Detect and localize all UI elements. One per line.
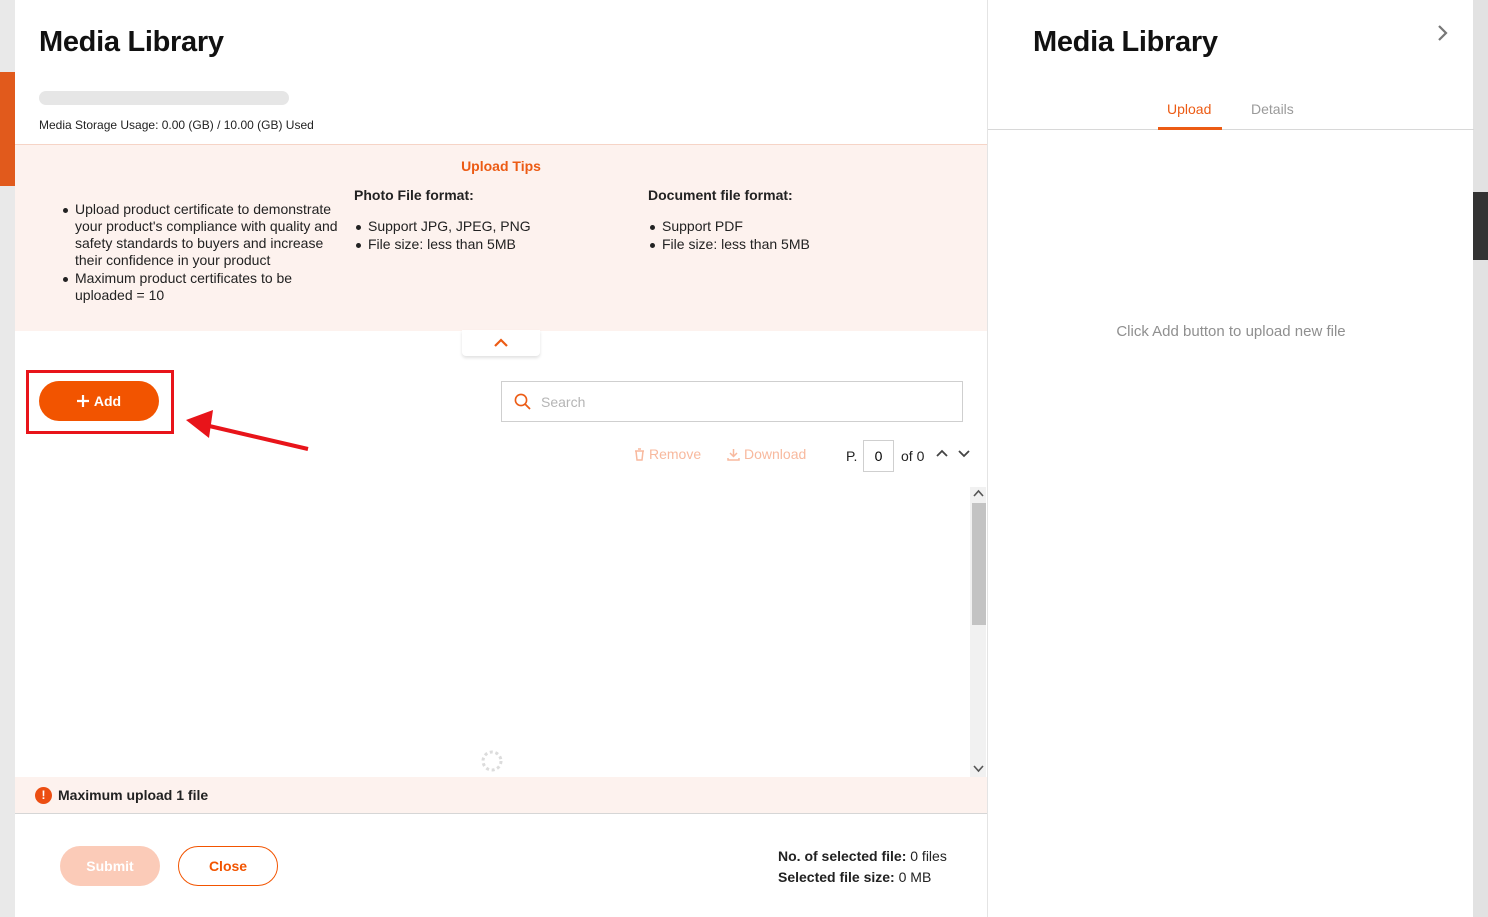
annotation-arrow-icon (186, 410, 309, 451)
submit-button[interactable]: Submit (60, 846, 160, 886)
selected-files-value: 0 files (910, 848, 947, 864)
storage-usage-bar (39, 91, 289, 105)
background-side-tab (1473, 192, 1488, 260)
active-tab-indicator (1158, 127, 1222, 130)
tips-general-item: Upload product certificate to demonstrat… (61, 201, 346, 269)
remove-button[interactable]: Remove (634, 446, 701, 462)
tips-photo-heading: Photo File format: (354, 187, 474, 203)
close-label: Close (208, 858, 248, 874)
add-button[interactable]: Add (39, 381, 159, 421)
alert-icon: ! (35, 786, 52, 804)
remove-label: Remove (649, 446, 702, 462)
tab-upload[interactable]: Upload (1167, 101, 1211, 117)
background-page-left (0, 0, 15, 917)
media-details-panel: Media Library Upload Details Click Add b… (987, 0, 1474, 917)
plus-icon (76, 395, 89, 407)
collapse-tips-button[interactable] (462, 330, 540, 356)
scroll-up-icon[interactable] (973, 489, 984, 498)
storage-usage-text: Media Storage Usage: 0.00 (GB) / 10.00 (… (39, 118, 314, 132)
pager-prefix: P. (846, 448, 858, 464)
tips-photo-item: File size: less than 5MB (354, 236, 594, 253)
selected-files-label: No. of selected file: (778, 848, 907, 864)
search-box[interactable] (501, 381, 963, 422)
add-button-label: Add (93, 393, 122, 409)
chevron-right-icon[interactable] (1436, 24, 1450, 42)
chevron-up-icon (494, 338, 508, 347)
background-banner (0, 72, 15, 186)
submit-label: Submit (86, 858, 134, 874)
scrollbar-thumb[interactable] (972, 503, 986, 625)
search-input[interactable] (541, 393, 941, 410)
page-title: Media Library (39, 26, 224, 58)
warning-text: Maximum upload 1 file (58, 787, 209, 803)
close-button[interactable]: Close (178, 846, 278, 886)
upload-limit-warning: ! Maximum upload 1 file (15, 777, 987, 814)
tips-document-item: Support PDF (648, 218, 888, 235)
panel-title: Media Library (1033, 26, 1218, 58)
tips-document-item: File size: less than 5MB (648, 236, 888, 253)
tab-details[interactable]: Details (1251, 101, 1294, 117)
upload-tips-panel: Upload Tips Upload product certificate t… (15, 144, 987, 331)
download-label: Download (744, 446, 807, 462)
tips-document-heading: Document file format: (648, 187, 793, 203)
download-icon (727, 448, 740, 461)
tips-document-format: Document file format: Support PDF File s… (648, 187, 888, 254)
selection-summary: No. of selected file: 0 files Selected f… (778, 846, 947, 888)
tips-photo-item: Support JPG, JPEG, PNG (354, 218, 594, 235)
background-page-right (1473, 0, 1488, 917)
selected-size-label: Selected file size: (778, 869, 895, 885)
media-library-modal: Media Library Media Storage Usage: 0.00 … (15, 0, 987, 917)
search-icon (514, 393, 531, 410)
tips-general-item: Maximum product certificates to be uploa… (61, 270, 346, 304)
scroll-down-icon[interactable] (973, 764, 984, 773)
chevron-down-icon[interactable] (957, 446, 971, 460)
panel-tabs (988, 129, 1474, 130)
empty-state-message: Click Add button to upload new file (1116, 323, 1346, 340)
upload-tips-title: Upload Tips (461, 158, 541, 174)
spinner-icon (481, 750, 503, 772)
tips-general: Upload product certificate to demonstrat… (61, 201, 346, 305)
page-number-input[interactable] (863, 440, 894, 472)
trash-icon (635, 447, 644, 461)
pager-total: of 0 (901, 448, 925, 464)
chevron-up-icon[interactable] (935, 446, 949, 460)
tips-photo-format: Photo File format: Support JPG, JPEG, PN… (354, 187, 594, 254)
selected-size-value: 0 MB (898, 869, 932, 885)
download-button[interactable]: Download (727, 446, 806, 462)
